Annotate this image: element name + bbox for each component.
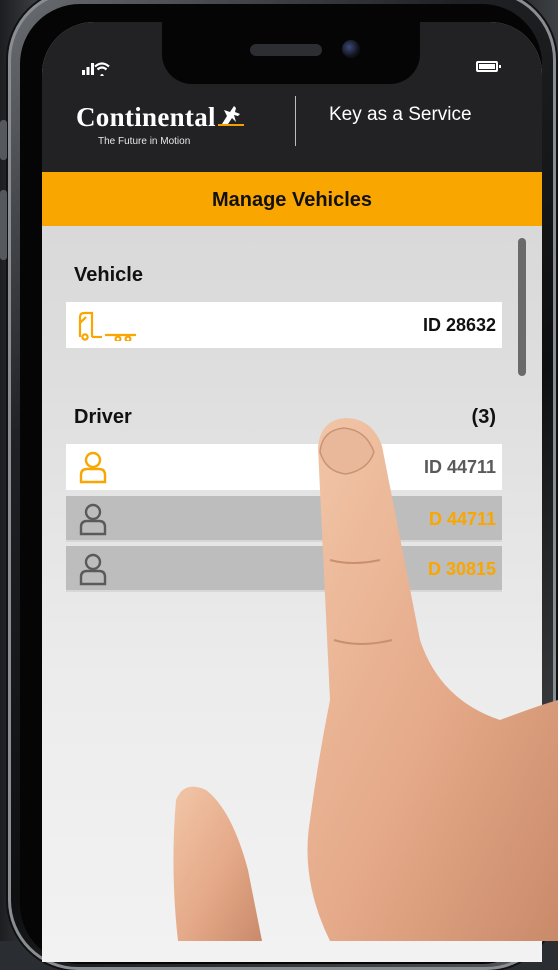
- brand-wordmark: Continental: [76, 102, 216, 132]
- person-icon: [78, 449, 108, 490]
- front-camera: [342, 40, 360, 58]
- person-icon: [78, 551, 108, 592]
- phone-notch: [162, 22, 420, 84]
- phone-volume-button: [0, 190, 7, 260]
- driver-list-item[interactable]: D 44711: [66, 496, 502, 542]
- horse-logo-icon: [218, 104, 244, 132]
- vehicle-id: ID 28632: [423, 315, 496, 336]
- page-title: Manage Vehicles: [42, 172, 542, 226]
- speaker-grille: [250, 44, 322, 56]
- person-icon: [78, 501, 108, 542]
- brand-tagline: The Future in Motion: [98, 136, 190, 147]
- phone-side-button: [0, 120, 7, 160]
- service-title: Key as a Service: [329, 104, 472, 126]
- driver-id: D 30815: [428, 559, 496, 580]
- signal-icon: [82, 60, 120, 79]
- vehicle-section-label: Vehicle: [74, 264, 143, 287]
- driver-id: D 44711: [429, 509, 496, 530]
- driver-section-label: Driver: [74, 406, 132, 429]
- app-header: Continental The Future in Motion Key as …: [42, 22, 542, 172]
- header-divider: [295, 96, 296, 146]
- continental-logo: Continental The Future in Motion: [76, 102, 276, 152]
- battery-icon: [476, 61, 498, 72]
- driver-list-item[interactable]: D 30815: [66, 546, 502, 592]
- driver-list-item[interactable]: ID 44711: [66, 444, 502, 490]
- phone-screen: Continental The Future in Motion Key as …: [42, 22, 542, 962]
- truck-trailer-icon: [78, 307, 140, 346]
- scrollbar[interactable]: [518, 238, 526, 376]
- vehicle-list-item[interactable]: ID 28632: [66, 302, 502, 348]
- driver-id: ID 44711: [424, 457, 496, 478]
- driver-count: (3): [472, 406, 496, 429]
